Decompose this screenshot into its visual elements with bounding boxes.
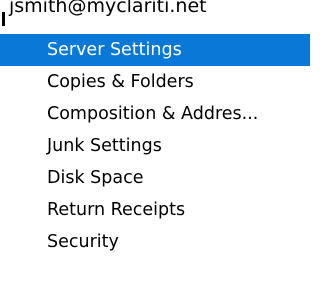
tree-item-security[interactable]: Security: [0, 226, 310, 258]
account-label: jsmith@myclariti.net: [9, 0, 207, 17]
tree-item-disk-space[interactable]: Disk Space: [0, 162, 310, 194]
account-settings-tree: jsmith@myclariti.net Server Settings Cop…: [0, 0, 310, 286]
tree-item-junk-settings[interactable]: Junk Settings: [0, 130, 310, 162]
tree-item-copies-folders[interactable]: Copies & Folders: [0, 66, 310, 98]
tree-item-composition-addressing[interactable]: Composition & Addres...: [0, 98, 310, 130]
account-settings-list: Server Settings Copies & Folders Composi…: [0, 34, 310, 258]
tree-item-return-receipts[interactable]: Return Receipts: [0, 194, 310, 226]
tree-item-server-settings[interactable]: Server Settings: [0, 34, 310, 66]
expand-twisty-icon[interactable]: [2, 12, 8, 26]
account-row[interactable]: jsmith@myclariti.net: [0, 0, 310, 34]
